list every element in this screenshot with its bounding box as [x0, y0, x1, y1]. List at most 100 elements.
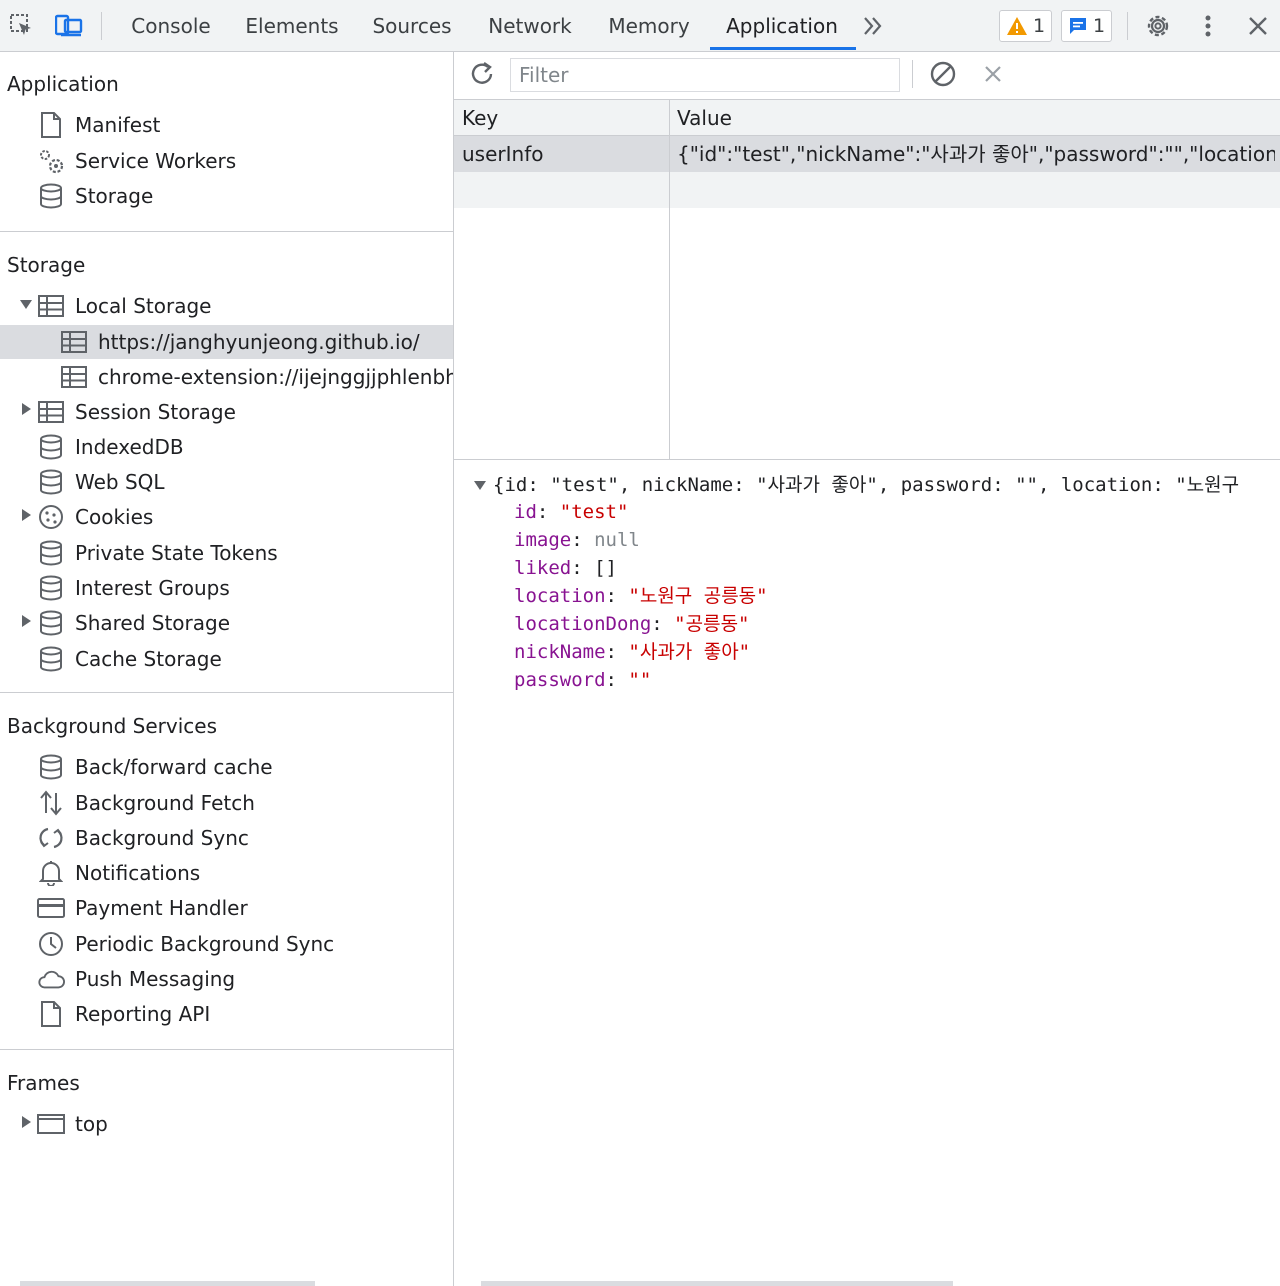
- sidebar-item-service-workers[interactable]: Service Workers: [37, 144, 236, 178]
- expand-arrow-right-icon[interactable]: [22, 1116, 31, 1128]
- sidebar-item-manifest[interactable]: Manifest: [37, 108, 160, 142]
- devtools-toolbar: Console Elements Sources Network Memory …: [0, 0, 1280, 52]
- section-title-background-services: Background Services: [7, 714, 218, 738]
- property-value: "": [628, 669, 652, 691]
- property-line[interactable]: nickName: "사과가 좋아": [514, 638, 750, 666]
- credit-card-icon: [37, 894, 65, 922]
- sidebar-item-cache-storage[interactable]: Cache Storage: [37, 642, 222, 676]
- property-line[interactable]: locationDong: "공릉동": [514, 610, 750, 638]
- sidebar-item-background-sync[interactable]: Background Sync: [37, 821, 249, 855]
- warnings-badge[interactable]: 1: [999, 10, 1053, 42]
- column-divider[interactable]: [669, 100, 670, 459]
- database-icon: [37, 539, 65, 567]
- property-key: nickName: [514, 641, 606, 663]
- column-header-key[interactable]: Key: [462, 100, 498, 136]
- bell-icon: [37, 859, 65, 887]
- table-icon: [37, 398, 65, 426]
- collapse-arrow-icon[interactable]: [474, 481, 486, 490]
- delete-selected-icon[interactable]: [979, 60, 1007, 88]
- sidebar-item-background-fetch[interactable]: Background Fetch: [37, 786, 255, 820]
- section-divider: [0, 1049, 453, 1050]
- value-preview-pane: {id: "test", nickName: "사과가 좋아", passwor…: [454, 461, 1280, 1281]
- sidebar-item-shared-storage[interactable]: Shared Storage: [37, 606, 230, 640]
- property-value: "test": [559, 501, 629, 523]
- cell-key[interactable]: userInfo: [462, 136, 662, 172]
- sidebar-item-periodic-background-sync[interactable]: Periodic Background Sync: [37, 927, 334, 961]
- sidebar-scrollbar[interactable]: [20, 1281, 315, 1286]
- sidebar-item-notifications[interactable]: Notifications: [37, 856, 200, 890]
- sidebar-item-payment-handler[interactable]: Payment Handler: [37, 891, 248, 925]
- refresh-icon[interactable]: [468, 60, 496, 88]
- tab-sources[interactable]: Sources: [364, 0, 460, 52]
- column-header-value[interactable]: Value: [677, 100, 732, 136]
- database-icon: [37, 182, 65, 210]
- sidebar-item-local-storage-extension[interactable]: chrome-extension://ijejnggjjphlenbhm: [60, 360, 453, 394]
- sidebar-item-interest-groups[interactable]: Interest Groups: [37, 571, 230, 605]
- table-icon: [37, 292, 65, 320]
- sidebar-item-label: Interest Groups: [75, 576, 230, 600]
- property-key: locationDong: [514, 613, 652, 635]
- tab-network[interactable]: Network: [480, 0, 580, 52]
- clock-icon: [37, 930, 65, 958]
- more-tabs-icon[interactable]: [859, 12, 887, 40]
- sidebar-item-reporting-api[interactable]: Reporting API: [37, 997, 210, 1031]
- clear-all-icon[interactable]: [929, 60, 957, 88]
- toolbar-divider: [1127, 12, 1128, 40]
- table-icon: [60, 328, 88, 356]
- sidebar-item-label: Push Messaging: [75, 967, 236, 991]
- sidebar-item-indexeddb[interactable]: IndexedDB: [37, 430, 184, 464]
- property-line[interactable]: id: "test": [514, 498, 628, 526]
- tab-console[interactable]: Console: [121, 0, 221, 52]
- document-icon: [37, 111, 65, 139]
- sidebar-item-cookies[interactable]: Cookies: [37, 500, 153, 534]
- sidebar-item-local-storage-origin[interactable]: https://janghyunjeong.github.io/: [60, 325, 420, 359]
- property-value: "사과가 좋아": [628, 641, 751, 663]
- property-colon: :: [651, 613, 675, 635]
- sidebar-item-session-storage[interactable]: Session Storage: [37, 395, 236, 429]
- database-icon: [37, 645, 65, 673]
- expand-arrow-right-icon[interactable]: [22, 615, 31, 627]
- property-line[interactable]: password: "": [514, 666, 651, 694]
- close-devtools-icon[interactable]: [1244, 12, 1272, 40]
- property-key: liked: [514, 557, 572, 579]
- frame-window-icon: [37, 1110, 65, 1138]
- sidebar-item-local-storage[interactable]: Local Storage: [37, 289, 211, 323]
- expand-arrow-right-icon[interactable]: [22, 509, 31, 521]
- sidebar-item-label: Background Fetch: [75, 791, 255, 815]
- property-colon: :: [536, 501, 560, 523]
- tab-application[interactable]: Application: [716, 0, 848, 52]
- tab-memory[interactable]: Memory: [599, 0, 699, 52]
- property-line[interactable]: liked: []: [514, 554, 617, 582]
- sidebar-item-storage[interactable]: Storage: [37, 179, 153, 213]
- messages-count: 1: [1093, 15, 1106, 37]
- property-value: []: [594, 557, 617, 579]
- sidebar-item-label: https://janghyunjeong.github.io/: [98, 330, 420, 354]
- sidebar-item-push-messaging[interactable]: Push Messaging: [37, 962, 235, 996]
- filter-input[interactable]: [510, 58, 900, 92]
- object-summary[interactable]: {id: "test", nickName: "사과가 좋아", passwor…: [493, 471, 1239, 499]
- sidebar-item-label: Manifest: [75, 113, 161, 137]
- sidebar-item-frame-top[interactable]: top: [37, 1107, 108, 1141]
- property-key: image: [514, 529, 572, 551]
- sidebar-item-web-sql[interactable]: Web SQL: [37, 465, 165, 499]
- property-colon: :: [571, 529, 595, 551]
- cell-value[interactable]: {"id":"test","nickName":"사과가 좋아","passwo…: [677, 136, 1275, 172]
- device-toolbar-icon[interactable]: [55, 12, 83, 40]
- warning-icon: [1007, 17, 1027, 35]
- expand-arrow-right-icon[interactable]: [22, 403, 31, 415]
- sidebar-item-private-state-tokens[interactable]: Private State Tokens: [37, 536, 278, 570]
- settings-gear-icon[interactable]: [1144, 12, 1172, 40]
- more-options-icon[interactable]: [1194, 12, 1222, 40]
- property-line[interactable]: location: "노원구 공릉동": [514, 582, 768, 610]
- sidebar-item-label: Back/forward cache: [75, 755, 273, 779]
- property-line[interactable]: image: null: [514, 526, 640, 554]
- sidebar-item-label: Local Storage: [75, 294, 212, 318]
- document-icon: [37, 1000, 65, 1028]
- sidebar-item-back-forward-cache[interactable]: Back/forward cache: [37, 750, 273, 784]
- preview-scrollbar[interactable]: [481, 1281, 953, 1286]
- inspect-element-icon[interactable]: [8, 12, 36, 40]
- expand-arrow-down-icon[interactable]: [20, 300, 32, 309]
- tab-elements[interactable]: Elements: [238, 0, 346, 52]
- property-colon: :: [605, 585, 629, 607]
- messages-badge[interactable]: 1: [1061, 10, 1113, 42]
